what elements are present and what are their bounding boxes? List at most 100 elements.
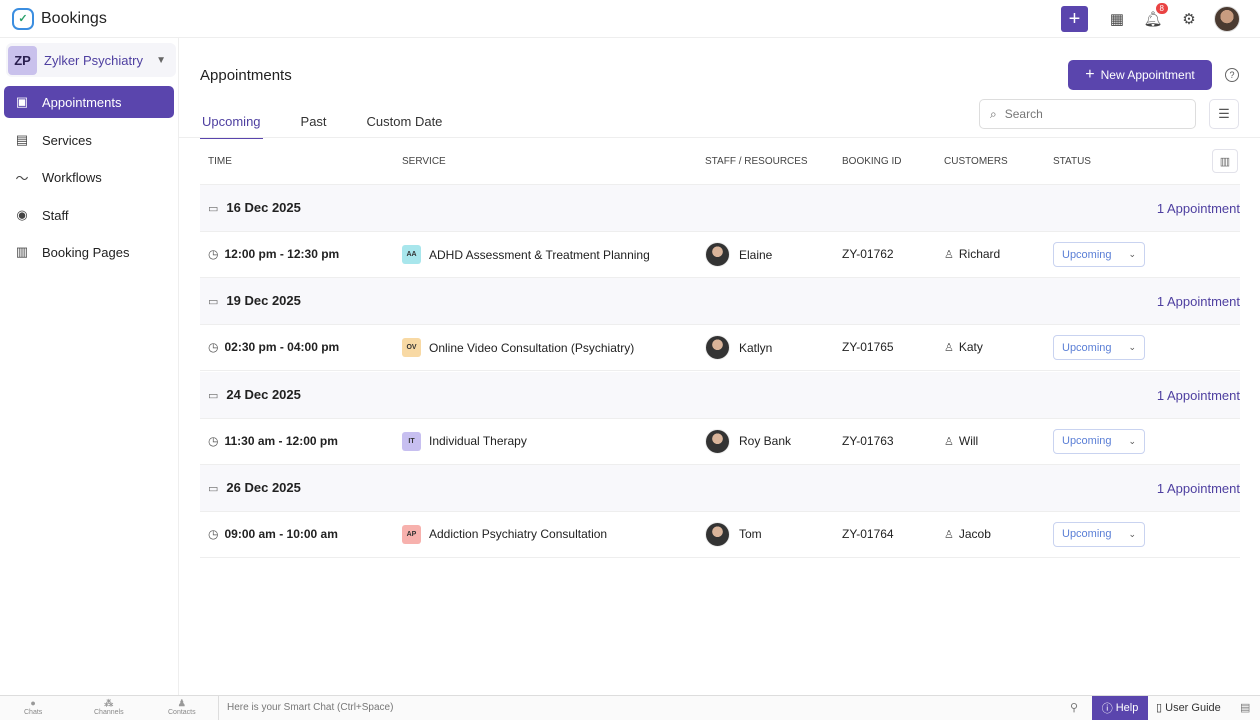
staff-name: Roy Bank bbox=[739, 434, 792, 449]
group-date: 16 Dec 2025 bbox=[226, 200, 301, 215]
help-icon[interactable]: ? bbox=[1225, 68, 1239, 82]
appointment-count-link[interactable]: 1 Appointment bbox=[1157, 388, 1240, 403]
chevron-down-icon: ⌄ bbox=[1128, 528, 1136, 539]
sidebar-item-workflows[interactable]: 〜 Workflows bbox=[4, 161, 174, 193]
new-appointment-button[interactable]: + New Appointment bbox=[1068, 60, 1212, 90]
calendar-icon[interactable]: ▦ bbox=[1106, 8, 1128, 30]
page-title: Appointments bbox=[200, 67, 292, 84]
org-switcher[interactable]: ZP Zylker Psychiatry ▼ bbox=[6, 43, 176, 77]
user-guide-button[interactable]: ▯ User Guide bbox=[1156, 701, 1221, 714]
service-badge: AA bbox=[402, 245, 421, 264]
status-dropdown[interactable]: Upcoming ⌄ bbox=[1053, 428, 1145, 454]
bottom-bar: ● Chats ⁂ Channels ♟ Contacts Here is your … bbox=[0, 695, 1260, 720]
filter-button[interactable]: ☰ bbox=[1209, 99, 1239, 129]
booking-id[interactable]: ZY-01765 bbox=[842, 340, 894, 354]
staff-name: Tom bbox=[739, 527, 762, 542]
column-time: TIME bbox=[208, 156, 232, 167]
calendar-icon: ▭ bbox=[208, 296, 219, 309]
sidebar-item-appointments[interactable]: ▣ Appointments bbox=[4, 86, 174, 118]
table-row[interactable]: ◷ 02:30 pm - 04:00 pm OV Online Video Cons… bbox=[200, 325, 1240, 372]
pin-icon[interactable]: ⚲ bbox=[1070, 701, 1078, 714]
org-name: Zylker Psychiatry bbox=[44, 52, 143, 68]
main-content: Appointments + New Appointment ? Upcoming… bbox=[179, 38, 1260, 695]
appointment-time: 12:00 pm - 12:30 pm bbox=[224, 247, 340, 261]
help-button[interactable]: ⓘ Help bbox=[1092, 696, 1148, 720]
appointment-count-link[interactable]: 1 Appointment bbox=[1157, 201, 1240, 216]
chevron-down-icon: ⌄ bbox=[1128, 435, 1136, 446]
quick-add-button[interactable]: + bbox=[1061, 6, 1088, 32]
date-group-header: ▭ 26 Dec 2025 1 Appointment bbox=[200, 464, 1240, 512]
contact-icon: ♟ bbox=[177, 698, 186, 708]
contacts-button[interactable]: ♟ Contacts bbox=[168, 699, 196, 717]
sidebar-item-label: Staff bbox=[42, 207, 69, 223]
customer-name: Will bbox=[958, 433, 979, 448]
table-row[interactable]: ◷ 12:00 pm - 12:30 pm AA ADHD Assessment &… bbox=[200, 232, 1240, 278]
table-row[interactable]: ◷ 09:00 am - 10:00 am AP Addiction Psychia… bbox=[200, 512, 1240, 558]
settings-gear-icon[interactable]: ⚙ bbox=[1178, 8, 1200, 30]
bookings-logo-icon: ✓ bbox=[12, 7, 34, 30]
appointment-count-link[interactable]: 1 Appointment bbox=[1157, 294, 1240, 309]
booking-id[interactable]: ZY-01764 bbox=[842, 527, 894, 541]
date-group-header: ▭ 16 Dec 2025 1 Appointment bbox=[200, 185, 1240, 232]
search-icon: ⌕ bbox=[990, 106, 997, 121]
chevron-down-icon: ⌄ bbox=[1128, 342, 1136, 353]
column-settings-button[interactable]: ▥ bbox=[1212, 149, 1238, 173]
clipboard-icon: ▤ bbox=[15, 132, 29, 147]
status-value: Upcoming bbox=[1062, 248, 1112, 261]
status-dropdown[interactable]: Upcoming ⌄ bbox=[1053, 242, 1145, 267]
staff-avatar bbox=[705, 428, 730, 454]
table-row[interactable]: ◷ 11:30 am - 12:00 pm IT Individual Therap… bbox=[200, 419, 1240, 465]
service-badge: AP bbox=[402, 524, 421, 544]
smart-chat-input[interactable]: Here is your Smart Chat (Ctrl+Space) bbox=[218, 696, 393, 720]
column-booking-id: BOOKING ID bbox=[842, 156, 902, 167]
help-icon: ⓘ bbox=[1101, 703, 1113, 715]
booking-id[interactable]: ZY-01762 bbox=[842, 247, 894, 261]
calendar-icon: ▭ bbox=[208, 389, 219, 402]
workflow-icon: 〜 bbox=[15, 170, 29, 186]
tab-past[interactable]: Past bbox=[299, 114, 329, 139]
customer-name: Katy bbox=[958, 340, 983, 355]
notes-icon[interactable]: ▤ bbox=[1240, 701, 1250, 714]
search-input[interactable]: ⌕ Search bbox=[979, 99, 1196, 129]
staff-name: Katlyn bbox=[739, 340, 773, 355]
notifications-bell-icon[interactable]: 🔔︎ 8 bbox=[1142, 3, 1168, 30]
channels-button[interactable]: ⁂ Channels bbox=[94, 699, 124, 717]
contacts-label: Contacts bbox=[168, 709, 196, 716]
sidebar-item-label: Appointments bbox=[42, 94, 122, 110]
status-value: Upcoming bbox=[1062, 528, 1112, 541]
chats-button[interactable]: ● Chats bbox=[24, 699, 42, 717]
sidebar-item-services[interactable]: ▤ Services bbox=[4, 124, 174, 156]
calendar-icon: ▭ bbox=[208, 203, 219, 215]
service-badge: OV bbox=[402, 338, 421, 358]
status-value: Upcoming bbox=[1062, 435, 1112, 448]
appointment-count-link[interactable]: 1 Appointment bbox=[1157, 481, 1240, 496]
channels-label: Channels bbox=[94, 709, 124, 716]
app-title: Bookings bbox=[41, 9, 107, 27]
user-avatar[interactable] bbox=[1214, 6, 1240, 32]
user-icon: ◉ bbox=[16, 207, 28, 222]
clock-icon: ◷ bbox=[208, 340, 219, 355]
date-group-header: ▭ 19 Dec 2025 1 Appointment bbox=[200, 278, 1240, 326]
status-dropdown[interactable]: Upcoming ⌄ bbox=[1053, 335, 1145, 361]
sidebar-item-booking-pages[interactable]: ▥ Booking Pages bbox=[4, 236, 174, 268]
sidebar-item-staff[interactable]: ◉ Staff bbox=[4, 199, 174, 231]
staff-avatar bbox=[705, 521, 730, 547]
column-service: SERVICE bbox=[402, 156, 446, 167]
sidebar-item-label: Services bbox=[42, 132, 92, 148]
tab-upcoming[interactable]: Upcoming bbox=[200, 114, 263, 139]
channels-icon: ⁂ bbox=[104, 698, 114, 708]
tab-custom-date[interactable]: Custom Date bbox=[365, 114, 445, 139]
chat-icon: ● bbox=[30, 698, 36, 708]
person-icon: ♙ bbox=[944, 528, 954, 541]
clock-icon: ◷ bbox=[208, 247, 219, 261]
status-dropdown[interactable]: Upcoming ⌄ bbox=[1053, 521, 1145, 547]
status-value: Upcoming bbox=[1062, 341, 1112, 354]
person-icon: ♙ bbox=[944, 249, 954, 261]
appointment-time: 02:30 pm - 04:00 pm bbox=[224, 340, 340, 355]
help-label: Help bbox=[1115, 702, 1139, 714]
table-header: TIME SERVICE STAFF / RESOURCES BOOKING I… bbox=[200, 138, 1240, 185]
booking-id[interactable]: ZY-01763 bbox=[842, 434, 894, 448]
service-name: Online Video Consultation (Psychiatry) bbox=[429, 340, 635, 355]
service-name: Addiction Psychiatry Consultation bbox=[429, 527, 608, 542]
customer-name: Richard bbox=[958, 247, 1001, 261]
